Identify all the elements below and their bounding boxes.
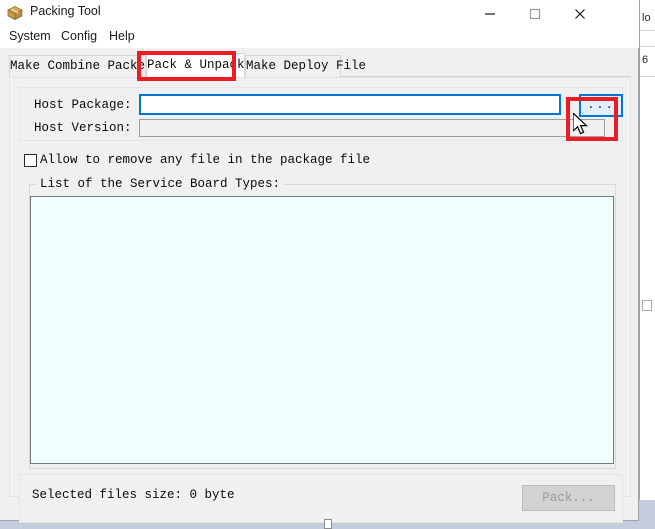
tab-strip: Make Combine Packet Pack & Unpack Make D… bbox=[9, 53, 631, 77]
menu-item-system[interactable]: System bbox=[5, 28, 55, 48]
tab-page-pack-and-unpack: Host Package: ... Host Version: Allow to… bbox=[9, 77, 631, 523]
tab-make-combine-packet[interactable]: Make Combine Packet bbox=[9, 55, 153, 77]
browse-host-package-button[interactable]: ... bbox=[579, 94, 623, 117]
background-window-glyph bbox=[642, 300, 652, 311]
pack-button[interactable]: Pack... bbox=[522, 485, 615, 511]
window-resize-grip[interactable] bbox=[324, 519, 332, 529]
maximize-button[interactable] bbox=[514, 0, 559, 26]
background-text-fragment-1: lo bbox=[642, 12, 651, 24]
minimize-button[interactable] bbox=[469, 0, 514, 26]
host-package-label: Host Package: bbox=[34, 98, 132, 112]
tab-pack-and-unpack[interactable]: Pack & Unpack bbox=[146, 53, 245, 77]
background-window-strip[interactable]: lo 6 bbox=[639, 0, 655, 529]
tab-make-deploy-file[interactable]: Make Deploy File bbox=[245, 55, 366, 77]
service-board-types-list[interactable] bbox=[30, 196, 614, 464]
background-text-fragment-2: 6 bbox=[642, 54, 649, 66]
allow-remove-file-label: Allow to remove any file in the package … bbox=[40, 153, 371, 167]
host-fields-panel: Host Package: ... Host Version: bbox=[19, 87, 623, 141]
desktop-background-corner bbox=[639, 500, 655, 529]
status-panel: Selected files size: 0 byte Pack... bbox=[19, 474, 623, 523]
host-package-input[interactable] bbox=[139, 94, 561, 115]
host-version-input bbox=[139, 119, 605, 137]
package-box-icon bbox=[7, 5, 23, 21]
menu-item-help[interactable]: Help bbox=[105, 28, 139, 48]
menu-bar: System Config Help bbox=[0, 26, 639, 48]
allow-remove-file-checkbox-row[interactable]: Allow to remove any file in the package … bbox=[24, 151, 370, 169]
selected-files-size-status: Selected files size: 0 byte bbox=[32, 488, 235, 502]
packing-tool-window: Packing Tool System Config Help Make Com… bbox=[0, 0, 639, 523]
allow-remove-file-checkbox[interactable] bbox=[24, 153, 37, 167]
screenshot-root: lo 6 Packing Tool System Config Help Mak… bbox=[0, 0, 655, 529]
title-bar[interactable]: Packing Tool bbox=[0, 0, 639, 26]
close-button[interactable] bbox=[559, 0, 604, 26]
service-board-types-legend: List of the Service Board Types: bbox=[36, 177, 285, 191]
host-version-label: Host Version: bbox=[34, 121, 132, 135]
menu-item-config[interactable]: Config bbox=[57, 28, 101, 48]
window-title: Packing Tool bbox=[30, 4, 101, 18]
